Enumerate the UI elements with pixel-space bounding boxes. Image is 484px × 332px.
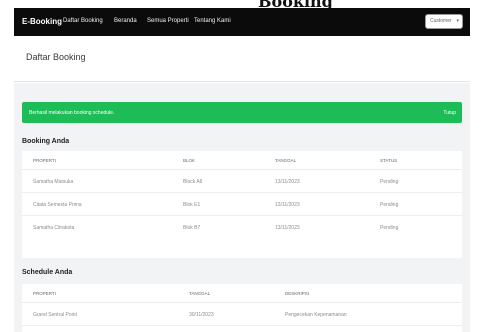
booking-table: PROPERTI BLOK TANGGAL STATUS Samatha Mat…: [22, 151, 462, 258]
column-header: DESKRIPSI: [285, 291, 310, 296]
schedule-section-title: Schedule Anda: [22, 269, 73, 276]
table-cell: Pending: [380, 179, 399, 185]
table-cell: Pending: [380, 225, 399, 231]
nav-link-semua-properti[interactable]: Semua Properti: [147, 18, 189, 24]
nav-link-tentang-kami[interactable]: Tentang Kami: [194, 18, 231, 24]
table-header: PROPERTI BLOK TANGGAL STATUS: [22, 151, 462, 170]
table-row: Samatha Matsuka Block A6 13/11/2023 Pend…: [22, 170, 462, 193]
user-menu-button[interactable]: Customer ▾: [425, 14, 463, 29]
table-cell: Pending: [380, 202, 399, 208]
page-title: Daftar Booking: [26, 52, 86, 62]
alert-close-button[interactable]: Tutup: [443, 110, 456, 116]
table-cell: Blok E1: [183, 202, 201, 208]
success-alert: Berhasil melakukan booking schedule. Tut…: [22, 102, 462, 123]
table-cell: 13/11/2023: [275, 202, 300, 208]
table-cell: Grand Sentral Point: [33, 312, 77, 318]
table-cell: Samatha Citrakota: [33, 225, 75, 231]
nav-link-daftar-booking[interactable]: Daftar Booking: [63, 18, 103, 24]
table-cell: Citata Semesta Prima: [33, 202, 82, 208]
top-heading-strip: Booking: [0, 0, 484, 11]
table-cell: 30/11/2023: [189, 312, 214, 318]
page-header: Daftar Booking: [14, 36, 470, 82]
table-row: Grand Sentral Point 30/11/2023 Pengeceka…: [22, 303, 462, 326]
table-cell: Block A6: [183, 179, 203, 185]
table-cell: Pengecekan Kepenamanan: [285, 312, 347, 318]
table-cell: 13/11/2023: [275, 179, 300, 185]
navbar: E-Booking Daftar Booking Beranda Semua P…: [14, 8, 470, 36]
nav-link-beranda[interactable]: Beranda: [114, 18, 137, 24]
table-row: Citata Semesta Prima Blok E1 13/11/2023 …: [22, 193, 462, 216]
main-content: Berhasil melakukan booking schedule. Tut…: [14, 83, 470, 332]
table-cell: Blok B7: [183, 225, 201, 231]
table-cell: 13/11/2023: [275, 225, 300, 231]
booking-section-title: Booking Anda: [22, 138, 70, 145]
user-menu-label: Customer: [430, 18, 452, 24]
column-header: BLOK: [183, 158, 196, 163]
brand-logo[interactable]: E-Booking: [22, 17, 62, 26]
table-cell: Samatha Matsuka: [33, 179, 74, 185]
column-header: TANGGAL: [275, 158, 297, 163]
column-header: PROPERTI: [33, 291, 56, 296]
table-row: Samatha Citrakota Blok B7 13/11/2023 Pen…: [22, 216, 462, 239]
chevron-down-icon: ▾: [456, 18, 459, 24]
schedule-table: PROPERTI TANGGAL DESKRIPSI Grand Sentral…: [22, 284, 462, 332]
column-header: TANGGAL: [189, 291, 211, 296]
column-header: STATUS: [380, 158, 398, 163]
alert-message: Berhasil melakukan booking schedule.: [29, 110, 115, 116]
table-header: PROPERTI TANGGAL DESKRIPSI: [22, 284, 462, 303]
column-header: PROPERTI: [33, 158, 56, 163]
